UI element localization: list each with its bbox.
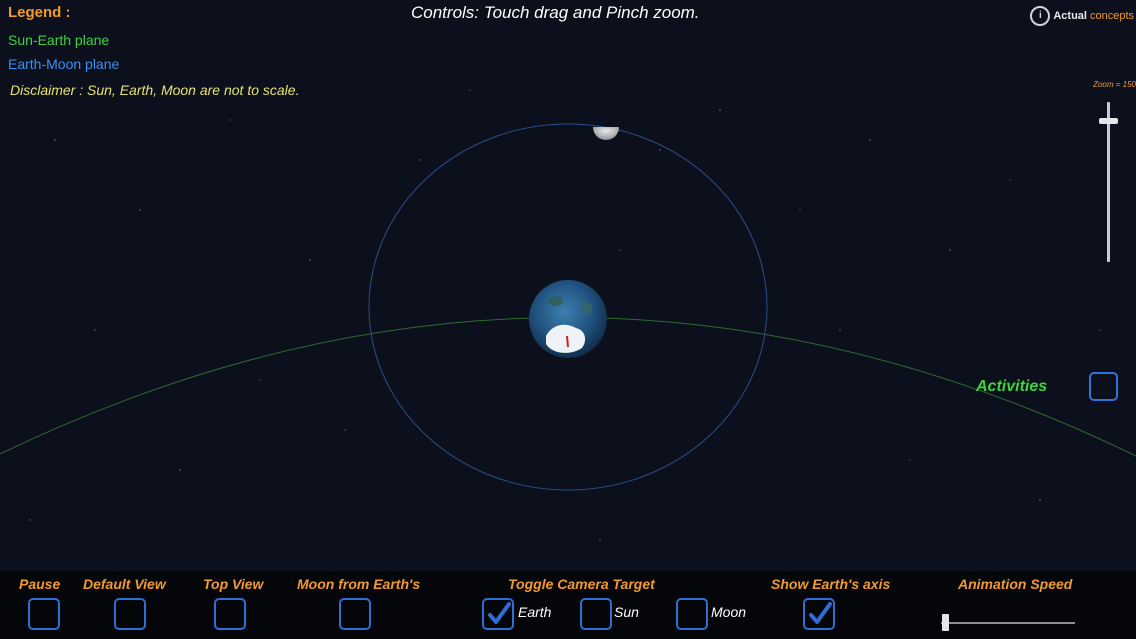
brand-logo[interactable]: i Actual concepts bbox=[1030, 4, 1134, 28]
camera-target-label: Toggle Camera Target bbox=[508, 576, 655, 592]
legend-title: Legend : bbox=[8, 4, 71, 21]
activities-label: Activities bbox=[976, 378, 1048, 395]
pause-checkbox[interactable] bbox=[28, 598, 60, 630]
brand-name-secondary: concepts bbox=[1089, 10, 1134, 22]
controls-hint: Controls: Touch drag and Pinch zoom. bbox=[411, 3, 700, 22]
default-view-checkbox[interactable] bbox=[114, 598, 146, 630]
top-view-label: Top View bbox=[203, 576, 264, 592]
animation-speed-thumb[interactable] bbox=[942, 614, 949, 631]
brand-name-primary: Actual bbox=[1053, 10, 1087, 22]
moon[interactable] bbox=[593, 127, 619, 140]
show-axis-checkbox[interactable] bbox=[803, 598, 835, 630]
animation-speed-track[interactable] bbox=[941, 622, 1075, 624]
camera-target-moon-label: Moon bbox=[711, 604, 747, 620]
legend-sun-earth-plane: Sun-Earth plane bbox=[8, 32, 110, 48]
activities-checkbox[interactable] bbox=[1089, 372, 1118, 401]
pause-label: Pause bbox=[19, 576, 61, 592]
zoom-label: Zoom = 150 bbox=[1093, 80, 1136, 89]
disclaimer-text: Disclaimer : Sun, Earth, Moon are not to… bbox=[10, 82, 300, 98]
camera-target-sun-label: Sun bbox=[614, 604, 639, 620]
camera-target-sun-checkbox[interactable] bbox=[580, 598, 612, 630]
zoom-slider-track[interactable] bbox=[1107, 102, 1110, 262]
camera-target-earth-label: Earth bbox=[518, 604, 552, 620]
camera-target-moon-checkbox[interactable] bbox=[676, 598, 708, 630]
actual-concepts-logo-icon: i bbox=[1030, 6, 1051, 26]
default-view-label: Default View bbox=[83, 576, 166, 592]
earth[interactable] bbox=[529, 280, 607, 358]
check-icon bbox=[488, 602, 511, 624]
camera-target-earth-checkbox[interactable] bbox=[482, 598, 514, 630]
moon-from-earth-label: Moon from Earth's bbox=[297, 576, 421, 592]
top-view-checkbox[interactable] bbox=[214, 598, 246, 630]
legend-earth-moon-plane: Earth-Moon plane bbox=[8, 56, 120, 72]
earth-axis bbox=[566, 335, 569, 348]
zoom-slider-thumb[interactable] bbox=[1099, 118, 1118, 124]
show-axis-label: Show Earth's axis bbox=[771, 576, 891, 592]
animation-speed-label: Animation Speed bbox=[958, 576, 1073, 592]
check-icon bbox=[809, 602, 832, 624]
moon-from-earth-checkbox[interactable] bbox=[339, 598, 371, 630]
